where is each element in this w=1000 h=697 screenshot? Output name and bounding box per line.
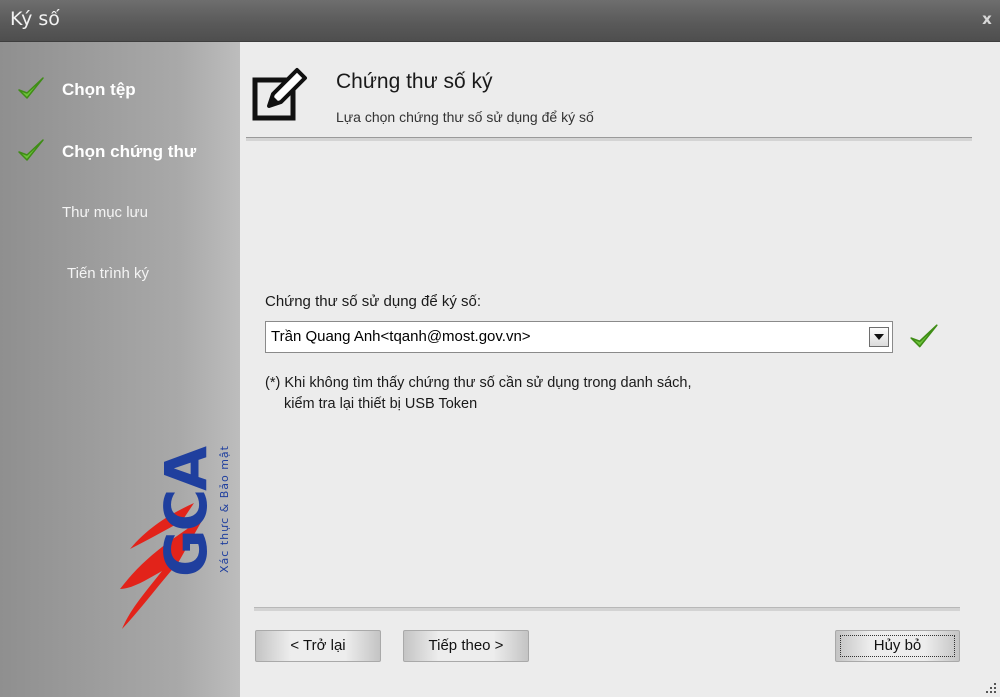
header-divider xyxy=(246,137,972,141)
step-label: Tiến trình ký xyxy=(67,265,149,282)
back-button[interactable]: < Trở lại xyxy=(255,630,381,662)
page-title: Chứng thư số ký xyxy=(336,70,493,93)
signing-wizard-window: Ký số x Chọn tệp Chọn chứng thư Thư mục … xyxy=(0,0,1000,697)
next-button[interactable]: Tiếp theo > xyxy=(403,630,529,662)
svg-text:Xác thực & Bảo mật: Xác thực & Bảo mật xyxy=(218,445,231,573)
step-choose-file: Chọn tệp xyxy=(18,77,136,100)
page-subtitle: Lựa chọn chứng thư số sử dụng để ký số xyxy=(336,109,594,125)
resize-grip-icon[interactable] xyxy=(982,679,998,695)
step-label: Thư mục lưu xyxy=(62,204,148,221)
vgca-logo: GCA Xác thực & Bảo mật xyxy=(120,445,231,629)
edit-document-icon xyxy=(252,68,307,121)
cancel-button[interactable]: Hủy bỏ xyxy=(835,630,960,662)
valid-checkmark-icon xyxy=(910,324,938,348)
cancel-button-label: Hủy bỏ xyxy=(873,637,922,654)
checkmark-icon xyxy=(18,139,44,161)
wizard-content: Chứng thư số ký Lựa chọn chứng thư số sử… xyxy=(240,42,1000,697)
window-title: Ký số xyxy=(10,8,60,30)
certificate-note: (*) Khi không tìm thấy chứng thư số cần … xyxy=(265,373,692,415)
close-button[interactable]: x xyxy=(978,10,996,28)
certificate-label: Chứng thư số sử dụng để ký số: xyxy=(265,293,482,310)
svg-text:GCA: GCA xyxy=(152,446,220,577)
certificate-select[interactable]: Trần Quang Anh<tqanh@most.gov.vn> xyxy=(265,321,893,353)
certificate-select-value: Trần Quang Anh<tqanh@most.gov.vn> xyxy=(271,328,531,345)
step-output-folder: Thư mục lưu xyxy=(62,204,148,221)
dropdown-arrow-button[interactable] xyxy=(869,327,889,347)
footer-divider xyxy=(254,607,960,611)
chevron-down-icon xyxy=(874,334,884,340)
step-label: Chọn tệp xyxy=(62,80,136,99)
step-choose-certificate: Chọn chứng thư xyxy=(18,139,197,162)
step-signing-progress: Tiến trình ký xyxy=(67,265,149,282)
checkmark-icon xyxy=(18,77,44,99)
title-bar[interactable]: Ký số x xyxy=(0,0,1000,42)
note-line-2: kiểm tra lại thiết bị USB Token xyxy=(284,396,478,412)
wizard-sidebar: Chọn tệp Chọn chứng thư Thư mục lưu Tiến… xyxy=(0,42,240,697)
note-line-1: (*) Khi không tìm thấy chứng thư số cần … xyxy=(265,375,692,391)
step-label: Chọn chứng thư xyxy=(62,142,197,161)
